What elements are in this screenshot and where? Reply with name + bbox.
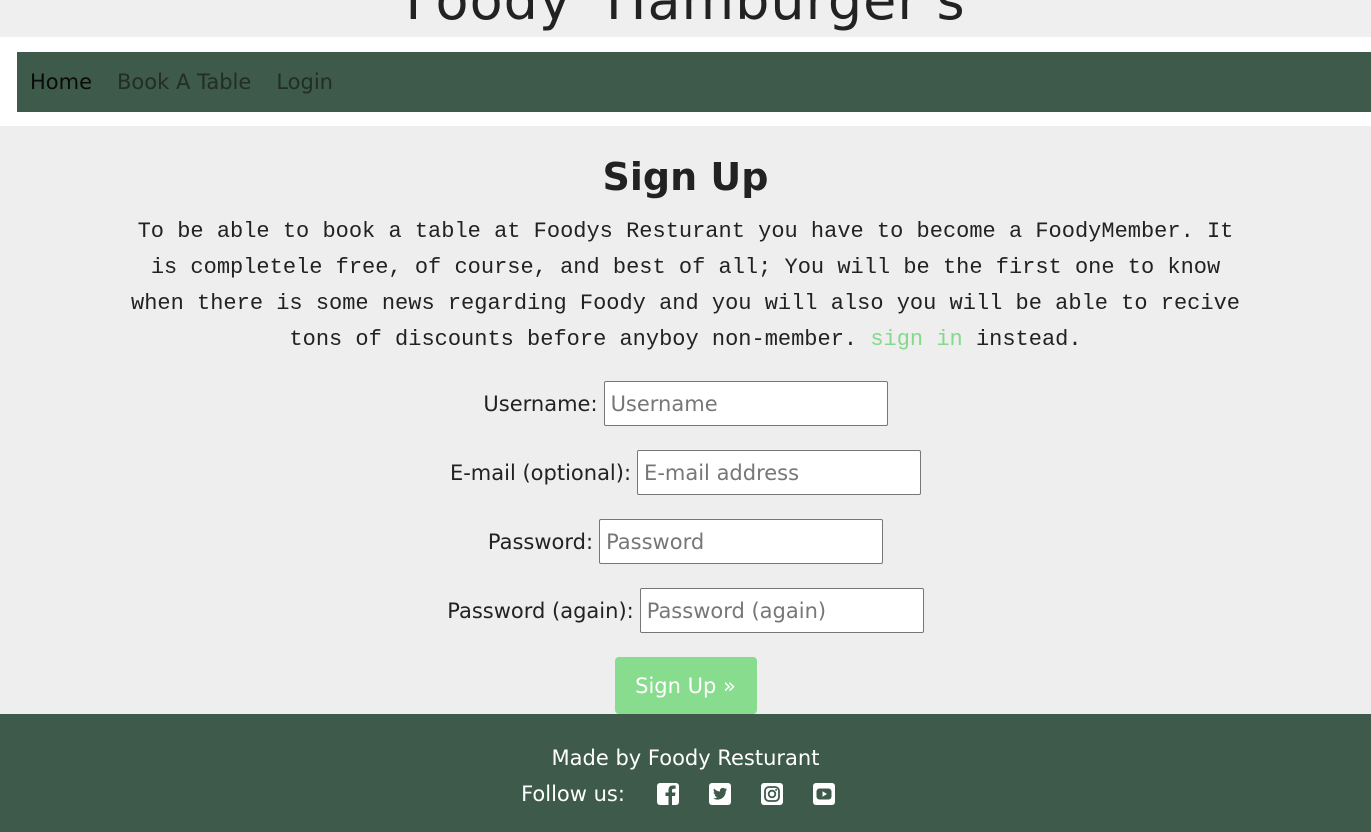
- navbar: Home Book A Table Login: [17, 52, 1371, 112]
- signin-link[interactable]: sign in: [870, 327, 962, 352]
- password-label: Password:: [487, 529, 594, 554]
- signup-section: Sign Up To be able to book a table at Fo…: [0, 126, 1371, 714]
- intro-suffix: instead.: [975, 327, 1082, 352]
- footer: Made by Foody Resturant Follow us:: [0, 714, 1371, 832]
- username-input[interactable]: [603, 381, 888, 426]
- password-again-label: Password (again):: [447, 598, 634, 623]
- page-title: Sign Up: [602, 155, 769, 199]
- youtube-icon[interactable]: [812, 783, 835, 805]
- signup-intro: To be able to book a table at Foodys Res…: [125, 214, 1246, 358]
- instagram-icon[interactable]: [760, 783, 783, 805]
- username-label: Username:: [483, 391, 598, 416]
- site-header: Foody' Hamburger's: [0, 0, 1371, 37]
- made-by-text: Made by Foody Resturant: [551, 746, 820, 770]
- nav-band: Home Book A Table Login: [0, 37, 1371, 126]
- password-input[interactable]: [599, 519, 884, 564]
- facebook-icon[interactable]: [656, 783, 679, 805]
- follow-label: Follow us:: [521, 782, 625, 806]
- password-again-input[interactable]: [639, 588, 924, 633]
- email-input[interactable]: [637, 450, 922, 495]
- nav-login-link[interactable]: Login: [276, 70, 333, 94]
- nav-book-table-link[interactable]: Book A Table: [117, 70, 251, 94]
- site-title: Foody' Hamburger's: [405, 0, 966, 32]
- password-again-row: Password (again):: [0, 588, 1371, 633]
- signup-submit-button[interactable]: Sign Up »: [614, 657, 757, 714]
- email-label: E-mail (optional):: [449, 460, 632, 485]
- email-row: E-mail (optional):: [0, 450, 1371, 495]
- submit-row: Sign Up »: [0, 657, 1371, 714]
- twitter-icon[interactable]: [708, 783, 731, 805]
- username-row: Username:: [0, 381, 1371, 426]
- password-row: Password:: [0, 519, 1371, 564]
- follow-us: Follow us:: [0, 778, 1371, 810]
- nav-home-link[interactable]: Home: [30, 70, 92, 94]
